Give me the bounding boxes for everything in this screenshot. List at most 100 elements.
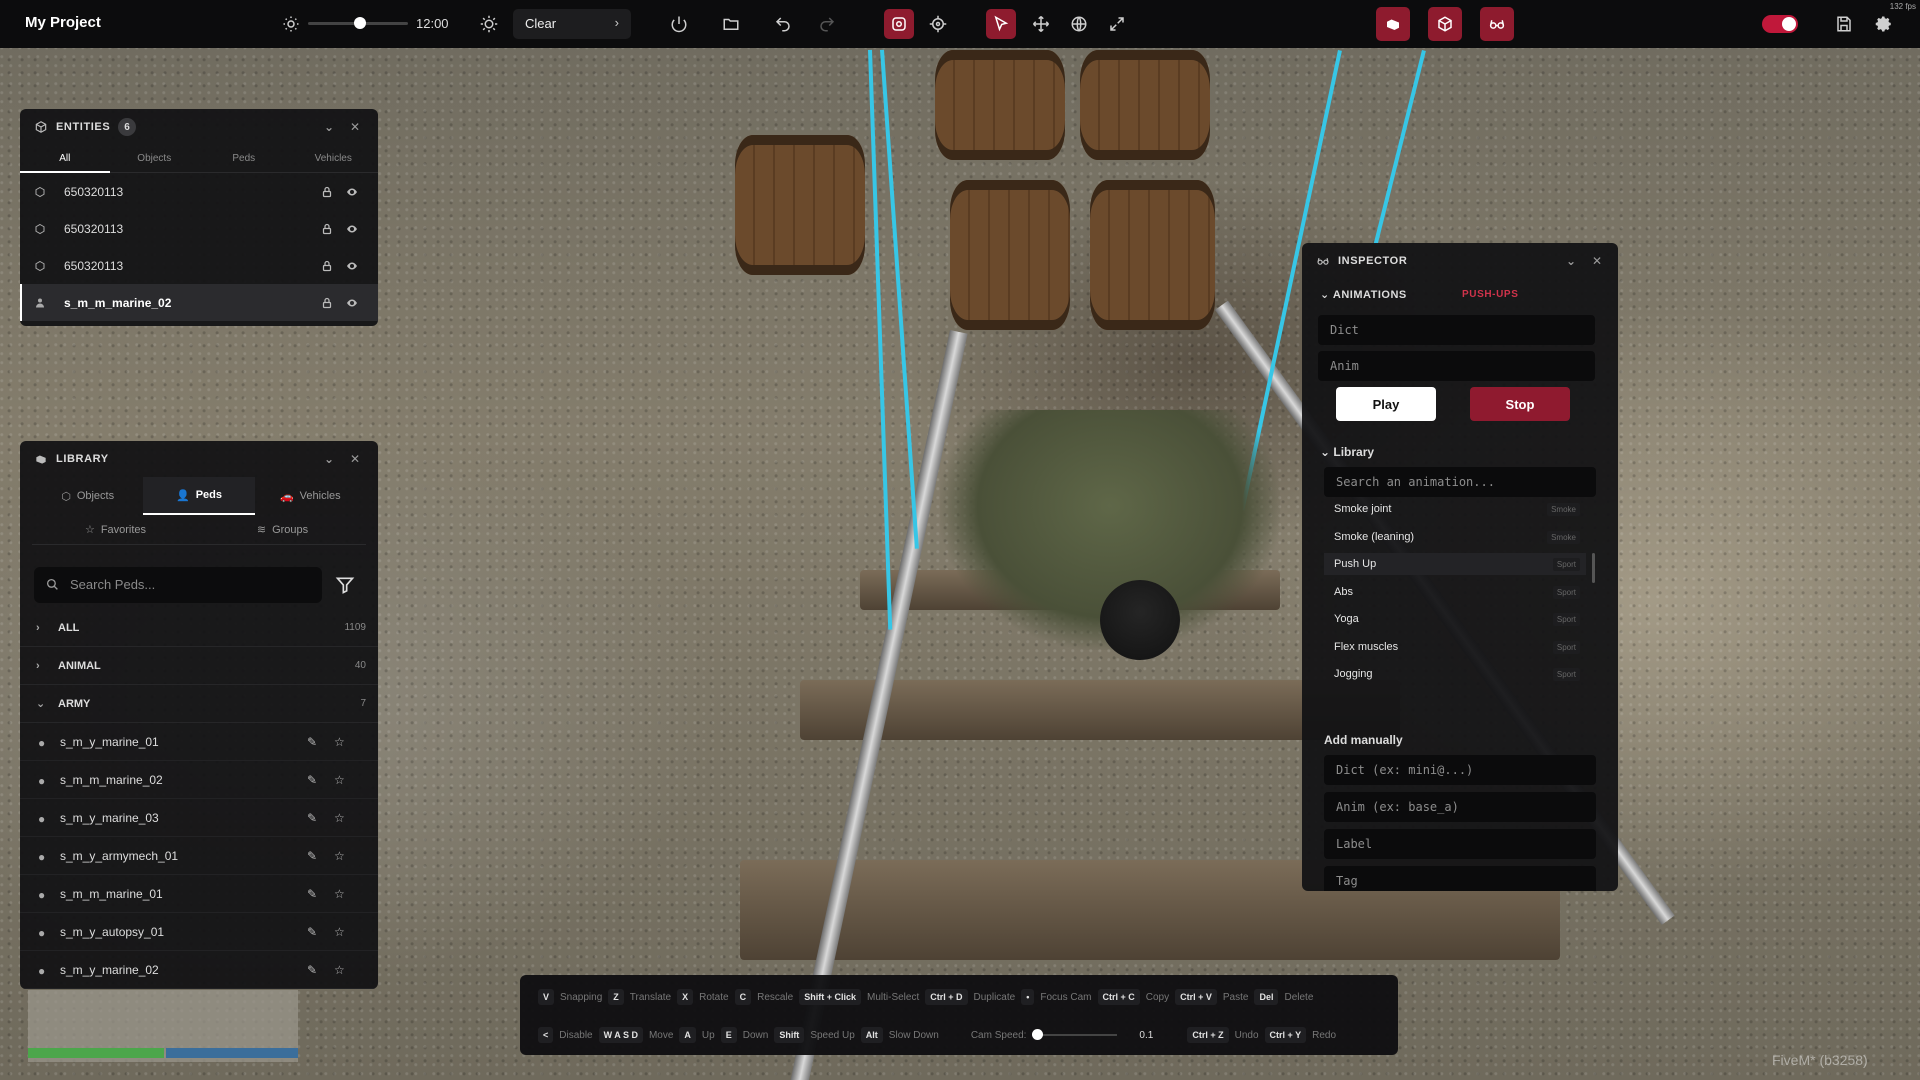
subtab-groups[interactable]: ≋ Groups bbox=[199, 515, 366, 544]
animation-item[interactable]: Flex muscles Sport bbox=[1324, 636, 1586, 658]
lock-icon[interactable] bbox=[321, 297, 333, 309]
globe-icon[interactable] bbox=[1064, 9, 1094, 39]
star-icon[interactable]: ☆ bbox=[334, 773, 348, 787]
pencil-icon[interactable]: ✎ bbox=[307, 773, 320, 787]
entity-row[interactable]: 650320113 bbox=[20, 173, 378, 210]
collapse-chevron-icon[interactable]: ⌄ bbox=[1566, 254, 1577, 268]
animation-item[interactable]: Abs Sport bbox=[1324, 581, 1586, 603]
camera-mode-icon[interactable] bbox=[884, 9, 914, 39]
eye-icon[interactable] bbox=[346, 260, 358, 272]
collapse-chevron-icon[interactable]: ⌄ bbox=[324, 120, 335, 134]
filter-icon[interactable] bbox=[335, 575, 355, 595]
close-icon[interactable]: ✕ bbox=[1592, 254, 1603, 268]
tab-objects[interactable]: Objects bbox=[110, 145, 200, 172]
library-section-toggle[interactable]: ⌄ Library bbox=[1320, 445, 1374, 459]
star-icon[interactable]: ☆ bbox=[334, 925, 348, 939]
cam-speed-slider[interactable] bbox=[1032, 1029, 1118, 1040]
animation-item[interactable]: Jogging Sport bbox=[1324, 663, 1586, 685]
manual-label-input[interactable]: Label bbox=[1324, 829, 1596, 859]
mode-toggle[interactable] bbox=[1762, 15, 1798, 33]
ped-list-item[interactable]: ● s_m_m_marine_01 ✎ ☆ bbox=[20, 875, 378, 913]
tab-peds[interactable]: Peds bbox=[199, 145, 289, 172]
tab-vehicles[interactable]: 🚗 Vehicles bbox=[255, 477, 366, 515]
category-army[interactable]: ⌄ ARMY 7 bbox=[20, 685, 378, 723]
entity-row[interactable]: 650320113 bbox=[20, 210, 378, 247]
pencil-icon[interactable]: ✎ bbox=[307, 735, 320, 749]
subtab-favorites[interactable]: ☆ Favorites bbox=[32, 515, 199, 544]
eye-icon[interactable] bbox=[346, 297, 358, 309]
star-icon[interactable]: ☆ bbox=[334, 849, 348, 863]
ped-list-item[interactable]: ● s_m_y_marine_02 ✎ ☆ bbox=[20, 951, 378, 989]
power-icon[interactable] bbox=[664, 9, 694, 39]
folder-icon[interactable] bbox=[716, 9, 746, 39]
category-animal[interactable]: › ANIMAL 40 bbox=[20, 647, 378, 685]
pencil-icon[interactable]: ✎ bbox=[307, 849, 320, 863]
tab-peds[interactable]: 👤 Peds bbox=[143, 477, 255, 515]
time-slider-knob[interactable] bbox=[354, 17, 366, 29]
tab-vehicles[interactable]: Vehicles bbox=[289, 145, 379, 172]
dict-input[interactable]: Dict bbox=[1318, 315, 1595, 345]
star-icon[interactable]: ☆ bbox=[334, 963, 348, 977]
entity-row-selected[interactable]: s_m_m_marine_02 bbox=[20, 284, 378, 321]
collapse-chevron-icon[interactable]: ⌄ bbox=[324, 452, 335, 466]
eye-icon[interactable] bbox=[346, 186, 358, 198]
tab-objects[interactable]: ⬡ Objects bbox=[32, 477, 143, 515]
tab-all[interactable]: All bbox=[20, 145, 110, 173]
library-panel-icon[interactable] bbox=[1376, 7, 1410, 41]
lock-icon[interactable] bbox=[321, 186, 333, 198]
select-cursor-icon[interactable] bbox=[986, 9, 1016, 39]
ped-list-item[interactable]: ● s_m_y_autopsy_01 ✎ ☆ bbox=[20, 913, 378, 951]
pencil-icon[interactable]: ✎ bbox=[307, 887, 320, 901]
ped-list-item[interactable]: ● s_m_y_armymech_01 ✎ ☆ bbox=[20, 837, 378, 875]
stop-button[interactable]: Stop bbox=[1470, 387, 1570, 421]
eye-icon[interactable] bbox=[346, 223, 358, 235]
category-all[interactable]: › ALL 1109 bbox=[20, 609, 378, 647]
anim-input[interactable]: Anim bbox=[1318, 351, 1595, 381]
animation-search-input[interactable]: Search an animation... bbox=[1324, 467, 1596, 497]
pencil-icon[interactable]: ✎ bbox=[307, 925, 320, 939]
animations-section-toggle[interactable]: ⌄ ANIMATIONS bbox=[1320, 288, 1407, 301]
undo-icon[interactable] bbox=[768, 9, 798, 39]
ped-list-item[interactable]: ● s_m_y_marine_01 ✎ ☆ bbox=[20, 723, 378, 761]
library-title: LIBRARY bbox=[56, 453, 109, 465]
chevron-down-icon: ⌄ bbox=[36, 698, 46, 710]
pencil-icon[interactable]: ✎ bbox=[307, 811, 320, 825]
shortcut-label: Translate bbox=[629, 991, 672, 1003]
entity-row[interactable]: 650320113 bbox=[20, 247, 378, 284]
ped-list-item[interactable]: ● s_m_m_marine_02 ✎ ☆ bbox=[20, 761, 378, 799]
play-button[interactable]: Play bbox=[1336, 387, 1436, 421]
animation-item[interactable]: Smoke (leaning) Smoke bbox=[1324, 526, 1586, 548]
animation-list-scrollbar[interactable] bbox=[1592, 553, 1595, 583]
star-icon[interactable]: ☆ bbox=[334, 811, 348, 825]
time-slider[interactable] bbox=[308, 17, 408, 29]
crosshair-icon[interactable] bbox=[923, 9, 953, 39]
manual-tag-input[interactable]: Tag bbox=[1324, 866, 1596, 891]
weather-select[interactable]: Clear › bbox=[513, 9, 631, 39]
star-icon[interactable]: ☆ bbox=[334, 735, 348, 749]
chevron-right-icon: › bbox=[36, 659, 40, 672]
pencil-icon[interactable]: ✎ bbox=[307, 963, 320, 977]
entity-label: 650320113 bbox=[64, 184, 124, 199]
close-icon[interactable]: ✕ bbox=[350, 120, 361, 134]
animation-item[interactable]: Yoga Sport bbox=[1324, 608, 1586, 630]
close-icon[interactable]: ✕ bbox=[350, 452, 361, 466]
gear-icon[interactable] bbox=[1869, 9, 1899, 39]
ped-list-item[interactable]: ● s_m_y_marine_03 ✎ ☆ bbox=[20, 799, 378, 837]
animation-name: Smoke joint bbox=[1334, 503, 1392, 515]
move-icon[interactable] bbox=[1026, 9, 1056, 39]
ped-search-input[interactable]: Search Peds... bbox=[34, 567, 322, 603]
manual-dict-input[interactable]: Dict (ex: mini@...) bbox=[1324, 755, 1596, 785]
redo-icon[interactable] bbox=[812, 9, 842, 39]
manual-anim-input[interactable]: Anim (ex: base_a) bbox=[1324, 792, 1596, 822]
animation-item[interactable]: Smoke joint Smoke bbox=[1324, 498, 1586, 520]
entities-panel-icon[interactable] bbox=[1428, 7, 1462, 41]
expand-icon[interactable] bbox=[1102, 9, 1132, 39]
shortcuts-row-2: < Disable W A S D Move A Up E Down Shift Spee… bbox=[538, 1027, 1336, 1043]
cam-speed-knob[interactable] bbox=[1032, 1029, 1044, 1040]
star-icon[interactable]: ☆ bbox=[334, 887, 348, 901]
animation-item-highlighted[interactable]: Push Up Sport bbox=[1324, 553, 1586, 575]
lock-icon[interactable] bbox=[321, 223, 333, 235]
lock-icon[interactable] bbox=[321, 260, 333, 272]
save-icon[interactable] bbox=[1829, 9, 1859, 39]
inspector-panel-icon[interactable] bbox=[1480, 7, 1514, 41]
